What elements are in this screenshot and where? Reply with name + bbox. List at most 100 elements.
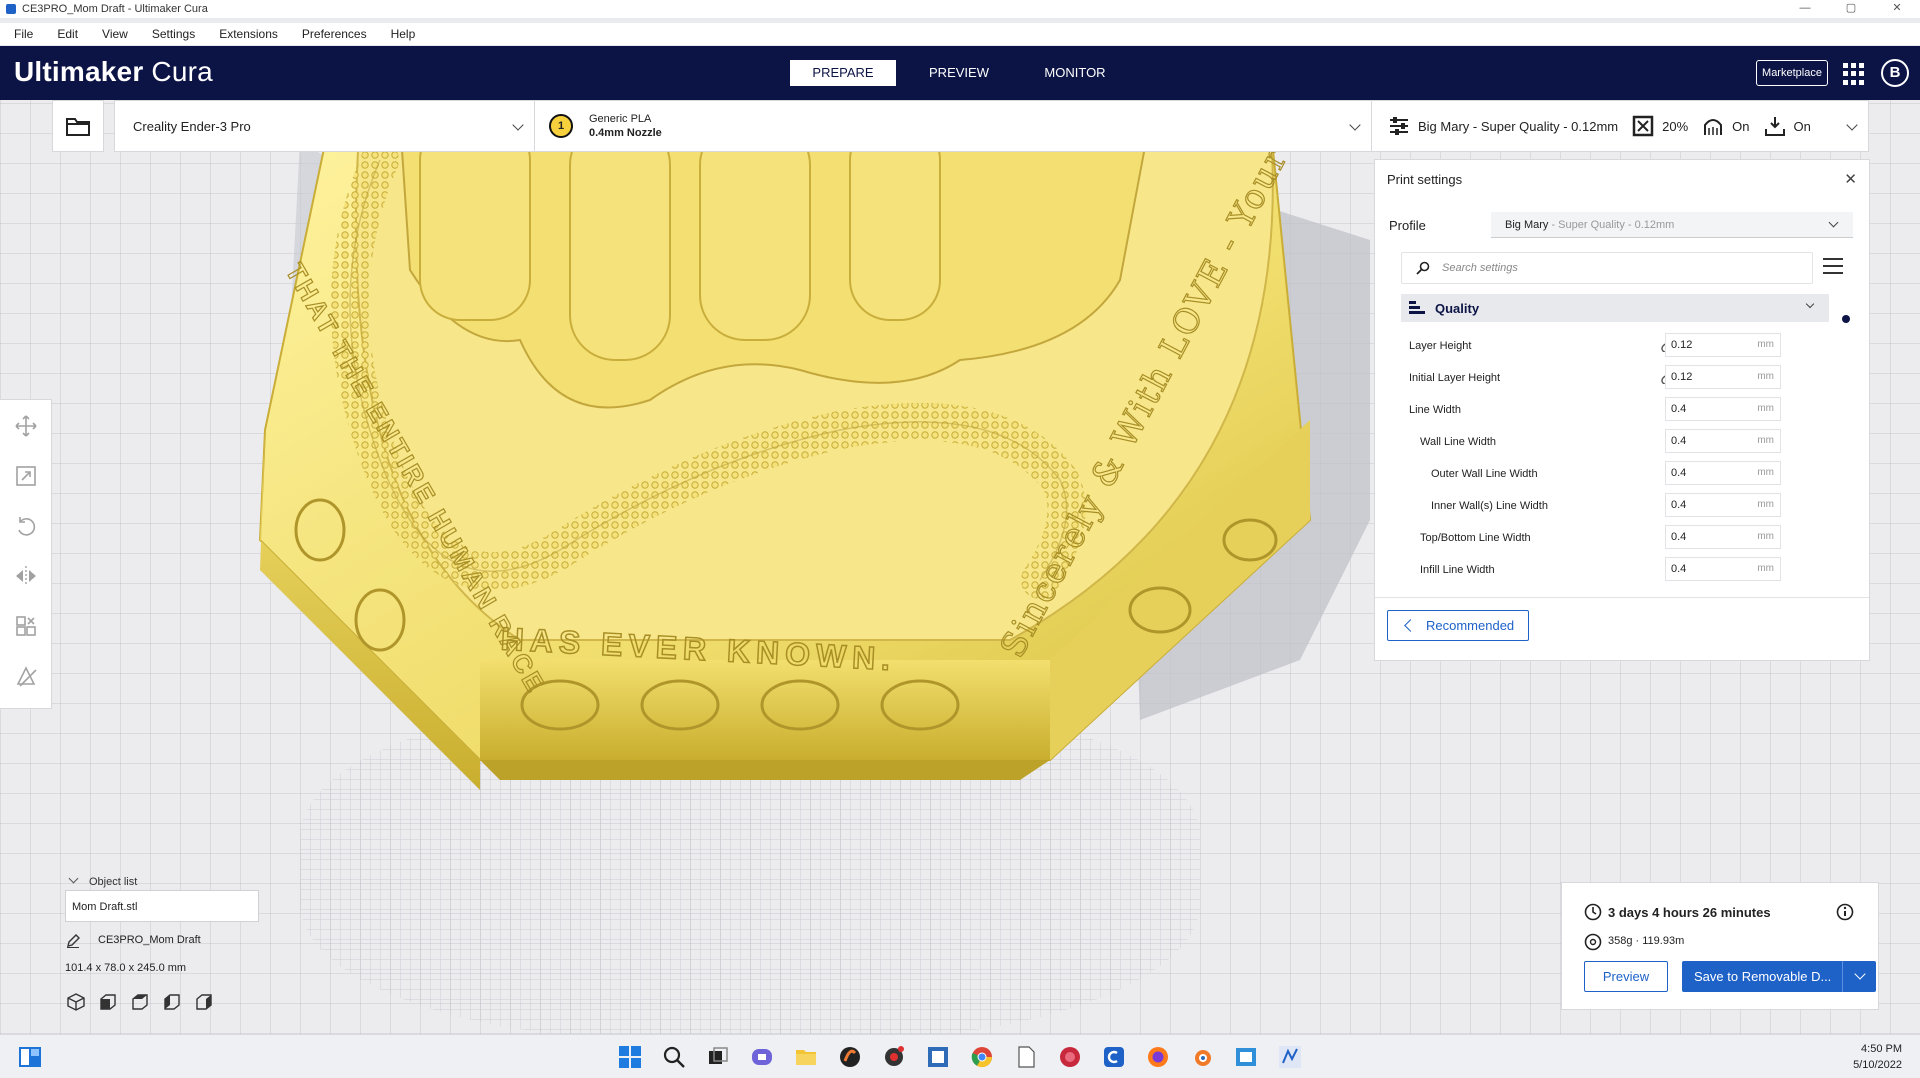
pencil-icon[interactable]	[66, 934, 80, 948]
app-icon-2[interactable]	[882, 1045, 906, 1069]
app-icon-5[interactable]	[1102, 1045, 1126, 1069]
profile-label: Profile	[1389, 218, 1426, 233]
setting-value: 0.4	[1671, 467, 1687, 479]
setting-value-field[interactable]: 0.4 mm	[1665, 493, 1781, 517]
setting-unit: mm	[1757, 371, 1774, 382]
front-view-icon[interactable]	[98, 992, 118, 1012]
clock-date: 5/10/2022	[1853, 1059, 1902, 1071]
object-list-toggle[interactable]: Object list	[68, 873, 138, 888]
open-file-button[interactable]	[52, 100, 104, 152]
adhesion-icon	[1764, 117, 1785, 136]
tab-preview[interactable]: PREVIEW	[906, 60, 1012, 86]
printer-selector[interactable]: Creality Ender-3 Pro	[114, 100, 534, 152]
material-selector[interactable]: 1 Generic PLA 0.4mm Nozzle	[534, 100, 1372, 152]
search-input[interactable]: Search settings	[1401, 252, 1813, 284]
support-blocker-icon[interactable]	[14, 664, 38, 688]
menu-settings[interactable]: Settings	[152, 27, 195, 41]
setting-row: Outer Wall Line Width 0.4 mm	[1401, 459, 1841, 491]
adhesion-value: On	[1793, 118, 1811, 134]
close-icon[interactable]: ✕	[1844, 170, 1857, 188]
chevron-down-icon	[1846, 119, 1858, 131]
setting-value-field[interactable]: 0.4 mm	[1665, 557, 1781, 581]
3d-view-icon[interactable]	[66, 992, 86, 1012]
right-view-icon[interactable]	[194, 992, 214, 1012]
scroll-indicator[interactable]	[1842, 315, 1850, 323]
menu-preferences[interactable]: Preferences	[302, 27, 367, 41]
teams-chat-icon[interactable]	[750, 1045, 774, 1069]
menu-edit[interactable]: Edit	[57, 27, 78, 41]
per-model-settings-icon[interactable]	[14, 614, 38, 638]
app-icon-3[interactable]	[926, 1045, 950, 1069]
category-quality[interactable]: Quality	[1401, 294, 1829, 322]
spool-icon	[1584, 933, 1602, 951]
object-list-item[interactable]: Mom Draft.stl	[65, 890, 259, 922]
panel-title: Print settings	[1387, 172, 1463, 187]
file-explorer-icon[interactable]	[794, 1045, 818, 1069]
search-icon[interactable]	[662, 1045, 686, 1069]
menu-help[interactable]: Help	[391, 27, 416, 41]
setting-value-field[interactable]: 0.12 mm	[1665, 365, 1781, 389]
project-name[interactable]: CE3PRO_Mom Draft	[98, 934, 201, 946]
marketplace-button[interactable]: Marketplace	[1756, 60, 1828, 86]
chevron-down-icon	[1349, 119, 1361, 131]
widgets-icon[interactable]	[18, 1045, 42, 1069]
setting-row: Layer Height 0.12 mm	[1401, 331, 1841, 363]
profile-name: Big Mary	[1505, 219, 1549, 231]
minimize-button[interactable]: —	[1782, 0, 1828, 18]
app-icon-1[interactable]	[838, 1045, 862, 1069]
info-icon[interactable]	[1836, 903, 1854, 921]
object-list-label: Object list	[89, 876, 138, 888]
app-icon-4[interactable]	[1058, 1045, 1082, 1069]
setting-unit: mm	[1757, 499, 1774, 510]
app-header: Ultimaker Cura PREPARE PREVIEW MONITOR M…	[0, 46, 1920, 100]
setting-value-field[interactable]: 0.12 mm	[1665, 333, 1781, 357]
chrome-icon[interactable]	[970, 1045, 994, 1069]
close-window-button[interactable]: ✕	[1874, 0, 1920, 18]
preview-button[interactable]: Preview	[1584, 961, 1668, 992]
recommended-button[interactable]: Recommended	[1387, 610, 1529, 641]
print-time: 3 days 4 hours 26 minutes	[1608, 905, 1771, 920]
rotate-icon[interactable]	[14, 514, 38, 538]
account-avatar[interactable]: B	[1881, 59, 1909, 87]
menu-extensions[interactable]: Extensions	[219, 27, 278, 41]
maximize-button[interactable]: ▢	[1828, 0, 1874, 18]
system-clock[interactable]: 4:50 PM 5/10/2022	[1853, 1041, 1902, 1073]
app-icon-6[interactable]	[1234, 1045, 1258, 1069]
clock-icon	[1584, 903, 1602, 921]
tab-prepare[interactable]: PREPARE	[790, 60, 896, 86]
setting-value-field[interactable]: 0.4 mm	[1665, 429, 1781, 453]
firefox-icon[interactable]	[1146, 1045, 1170, 1069]
left-view-icon[interactable]	[162, 992, 182, 1012]
setting-value-field[interactable]: 0.4 mm	[1665, 397, 1781, 421]
start-icon[interactable]	[618, 1045, 642, 1069]
print-settings-selector[interactable]: Big Mary - Super Quality - 0.12mm 20% On…	[1372, 100, 1869, 152]
setting-label: Layer Height	[1409, 340, 1472, 352]
top-view-icon[interactable]	[130, 992, 150, 1012]
mirror-icon[interactable]	[14, 564, 38, 588]
cura-taskbar-icon[interactable]	[1278, 1045, 1302, 1069]
save-to-removable-button[interactable]: Save to Removable D...	[1682, 961, 1876, 992]
infill-value: 20%	[1662, 118, 1689, 134]
quality-icon	[1409, 301, 1425, 314]
app-logo: Ultimaker Cura	[14, 56, 213, 88]
print-summary: 3 days 4 hours 26 minutes 358g · 119.93m…	[1561, 882, 1879, 1010]
profile-dropdown[interactable]: Big Mary - Super Quality - 0.12mm	[1491, 212, 1853, 238]
settings-menu-icon[interactable]	[1823, 258, 1843, 276]
task-view-icon[interactable]	[706, 1045, 730, 1069]
model-dimensions: 101.4 x 78.0 x 245.0 mm	[65, 962, 187, 974]
setting-value-field[interactable]: 0.4 mm	[1665, 461, 1781, 485]
move-icon[interactable]	[14, 414, 38, 438]
menu-view[interactable]: View	[102, 27, 128, 41]
scale-icon[interactable]	[14, 464, 38, 488]
setting-unit: mm	[1757, 403, 1774, 414]
setting-value: 0.12	[1671, 371, 1693, 383]
menu-file[interactable]: File	[14, 27, 33, 41]
tab-monitor[interactable]: MONITOR	[1022, 60, 1128, 86]
tool-bar	[0, 399, 52, 709]
cura-app-icon	[6, 4, 16, 14]
blender-icon[interactable]	[1190, 1045, 1214, 1069]
chevron-down-icon[interactable]	[1854, 968, 1866, 980]
document-icon[interactable]	[1014, 1045, 1038, 1069]
applications-grid-icon[interactable]	[1843, 63, 1865, 85]
setting-value-field[interactable]: 0.4 mm	[1665, 525, 1781, 549]
